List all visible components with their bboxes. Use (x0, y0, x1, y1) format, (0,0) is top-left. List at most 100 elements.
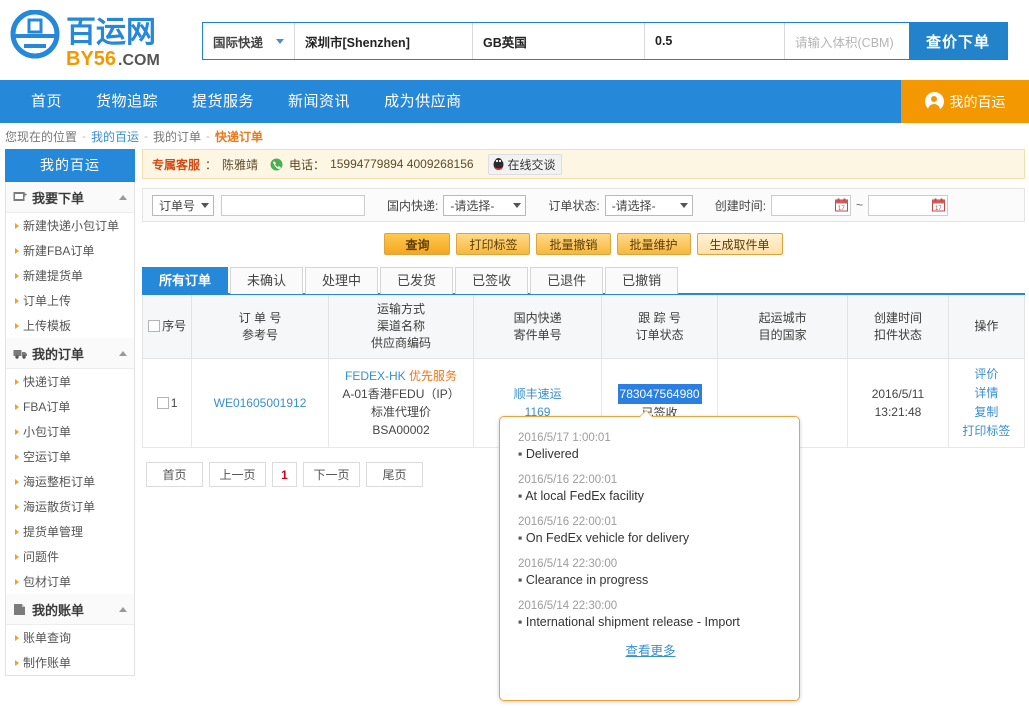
tracking-number[interactable]: 783047564980 (617, 384, 702, 404)
domestic-express-value: -请选择- (450, 198, 495, 213)
batch-maintain-button[interactable]: 批量维护 (616, 233, 691, 255)
op-copy-link[interactable]: 复制 (952, 403, 1021, 422)
online-chat-button[interactable]: 在线交谈 (487, 153, 562, 175)
sidebar-item-label: 空运订单 (23, 450, 72, 464)
origin-city-input[interactable]: 深圳市[Shenzhen] (295, 23, 473, 59)
sidebar-item-new-express-parcel[interactable]: 新建快递小包订单 (6, 213, 134, 238)
sidebar-item-packaging-order[interactable]: 包材订单 (6, 569, 134, 594)
sidebar-item-new-pickup[interactable]: 新建提货单 (6, 263, 134, 288)
orders-table-head: 序号 订 单 号 参考号 运输方式 渠道名称 供应商编码 国内快递 寄件单号 跟… (141, 294, 1026, 359)
breadcrumb-link-my-orders[interactable]: 我的订单 (153, 128, 201, 145)
cell-order-no: WE01605001912 (191, 358, 329, 448)
tab-shipped[interactable]: 已发货 (380, 267, 454, 294)
date-to-input[interactable]: 17 (868, 194, 949, 216)
quote-search-bar: 国际快递 深圳市[Shenzhen] GB英国 0.5 请输入体积(CBM) 查… (202, 22, 1008, 60)
sidebar: 我的百运 + 我要下单 新建快递小包订单 新建FBA订单 新建提货单 订单上传 … (5, 149, 135, 688)
op-detail-link[interactable]: 详情 (952, 384, 1021, 403)
page-first-button[interactable]: 首页 (146, 462, 203, 487)
sidebar-item-parcel-order[interactable]: 小包订单 (6, 419, 134, 444)
col-created: 创建时间 扣件状态 (847, 294, 949, 359)
breadcrumb: 您现在的位置 - 我的百运 - 我的订单 - 快递订单 (0, 123, 1029, 149)
page-prev-button[interactable]: 上一页 (209, 462, 266, 487)
nav-supplier[interactable]: 成为供应商 (367, 80, 479, 123)
select-all-checkbox[interactable] (148, 320, 161, 332)
print-label-button[interactable]: 打印标签 (456, 233, 531, 255)
arrow-right-icon (15, 322, 19, 329)
service-phone-label: 电话： (289, 157, 326, 172)
generate-pickup-button[interactable]: 生成取件单 (696, 233, 783, 255)
table-header-row: 序号 订 单 号 参考号 运输方式 渠道名称 供应商编码 国内快递 寄件单号 跟… (141, 294, 1026, 359)
op-review-link[interactable]: 评价 (952, 365, 1021, 384)
sidebar-item-fba-order[interactable]: FBA订单 (6, 394, 134, 419)
op-print-label-link[interactable]: 打印标签 (952, 422, 1021, 441)
domestic-express-select[interactable]: -请选择- (443, 194, 527, 216)
sidebar-group-my-orders[interactable]: 我的订单 (6, 338, 134, 369)
page-last-button[interactable]: 尾页 (366, 462, 423, 487)
volume-input[interactable]: 请输入体积(CBM) (785, 23, 909, 59)
user-avatar-icon (924, 92, 944, 112)
breadcrumb-link-my-account[interactable]: 我的百运 (91, 128, 139, 145)
row-checkbox[interactable] (156, 397, 169, 409)
date-from-input[interactable]: 17 (771, 194, 852, 216)
order-status-select[interactable]: -请选择- (604, 194, 693, 216)
tab-cancelled[interactable]: 已撤销 (605, 267, 679, 294)
order-no-link[interactable]: WE01605001912 (214, 396, 307, 410)
sidebar-group-my-bills[interactable]: 我的账单 (6, 594, 134, 625)
tab-unconfirmed[interactable]: 未确认 (230, 267, 304, 294)
view-more-link[interactable]: 查看更多 (625, 644, 675, 658)
my-account-button[interactable]: 我的百运 (901, 80, 1029, 123)
sidebar-item-express-order[interactable]: 快递订单 (6, 369, 134, 394)
supplier-code: BSA00002 (372, 423, 430, 437)
tab-returned[interactable]: 已退件 (530, 267, 604, 294)
nav-home[interactable]: 首页 (14, 80, 79, 123)
sidebar-item-label: 新建FBA订单 (23, 244, 95, 258)
col-transport-line2: 渠道名称 (377, 319, 426, 333)
sidebar-item-order-upload[interactable]: 订单上传 (6, 288, 134, 313)
sidebar-item-label: FBA订单 (23, 400, 71, 414)
nav-tracking[interactable]: 货物追踪 (79, 80, 175, 123)
page-next-button[interactable]: 下一页 (303, 462, 360, 487)
tab-all-orders[interactable]: 所有订单 (142, 267, 229, 294)
tab-processing[interactable]: 处理中 (305, 267, 379, 294)
sidebar-item-bill-query[interactable]: 账单查询 (6, 625, 134, 650)
weight-input[interactable]: 0.5 (645, 23, 785, 59)
batch-cancel-button[interactable]: 批量撤销 (536, 233, 611, 255)
sidebar-item-problem-parcel[interactable]: 问题件 (6, 544, 134, 569)
page-number-1[interactable]: 1 (272, 462, 297, 487)
sidebar-item-label: 包材订单 (23, 575, 72, 589)
service-label: 专属客服 (152, 157, 201, 172)
chevron-down-icon (513, 202, 522, 208)
domestic-express-name: 顺丰速运 (513, 387, 562, 401)
search-field-select[interactable]: 订单号 (152, 194, 214, 216)
quote-submit-button[interactable]: 查价下单 (909, 23, 1007, 59)
sidebar-item-create-bill[interactable]: 制作账单 (6, 650, 134, 675)
sidebar-item-sea-lcl-order[interactable]: 海运散货订单 (6, 494, 134, 519)
site-logo[interactable]: 百运网 BY56 .COM (8, 10, 168, 72)
sidebar-group-place-order[interactable]: + 我要下单 (6, 182, 134, 213)
search-keyword-input[interactable] (221, 194, 365, 216)
transport-tag: 优先服务 (409, 369, 458, 383)
dest-country-input[interactable]: GB英国 (473, 23, 645, 59)
col-domestic-line2: 寄件单号 (513, 327, 562, 342)
sidebar-item-upload-template[interactable]: 上传模板 (6, 313, 134, 338)
nav-pickup[interactable]: 提货服务 (175, 80, 271, 123)
col-transport-line1: 运输方式 (377, 302, 426, 316)
phone-icon (270, 158, 283, 170)
my-account-label: 我的百运 (949, 93, 1006, 110)
sidebar-group-label: 我的订单 (32, 346, 85, 362)
sidebar-item-sea-fcl-order[interactable]: 海运整柜订单 (6, 469, 134, 494)
sidebar-item-label: 新建提货单 (23, 269, 84, 283)
query-button[interactable]: 查询 (384, 233, 451, 255)
tab-received[interactable]: 已签收 (455, 267, 529, 294)
sidebar-group-label: 我的账单 (32, 602, 85, 618)
truck-icon (13, 349, 27, 359)
service-agent-name: 陈雅靖 (222, 157, 259, 172)
chevron-up-icon (119, 194, 127, 200)
online-chat-label: 在线交谈 (507, 157, 556, 172)
calendar-icon: 17 (932, 198, 946, 212)
sidebar-item-air-order[interactable]: 空运订单 (6, 444, 134, 469)
sidebar-item-pickup-management[interactable]: 提货单管理 (6, 519, 134, 544)
nav-news[interactable]: 新闻资讯 (271, 80, 367, 123)
service-type-select[interactable]: 国际快递 (203, 23, 295, 59)
sidebar-item-new-fba[interactable]: 新建FBA订单 (6, 238, 134, 263)
